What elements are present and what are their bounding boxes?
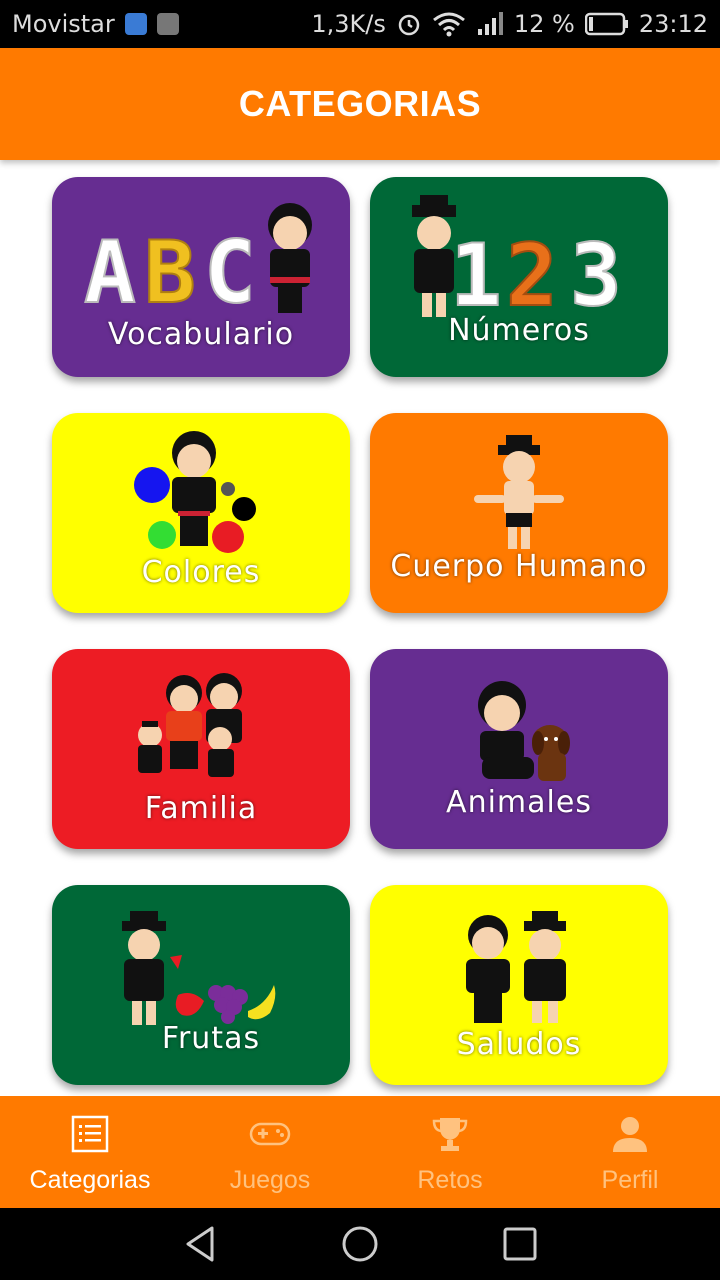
battery-percent: 12 %	[513, 10, 575, 38]
category-label: Animales	[446, 785, 592, 820]
bottom-navigation: Categorias Juegos Retos Perfil	[0, 1096, 720, 1208]
carrier-label: Movistar	[12, 10, 115, 38]
svg-text:C: C	[204, 223, 256, 323]
svg-text:1: 1	[450, 226, 502, 326]
trophy-icon	[432, 1118, 468, 1151]
svg-text:2: 2	[506, 226, 558, 326]
category-label: Familia	[144, 791, 258, 826]
nav-perfil[interactable]: Perfil	[540, 1096, 720, 1208]
health-app-icon	[124, 13, 147, 35]
category-label: Colores	[141, 555, 261, 590]
category-card-familia[interactable]: Familia	[52, 649, 350, 849]
nav-label: Perfil	[601, 1166, 659, 1194]
alarm-icon	[398, 14, 420, 36]
page-title: CATEGORIAS	[238, 83, 482, 124]
signal-icon	[477, 12, 503, 35]
svg-text:3: 3	[570, 226, 622, 326]
home-icon[interactable]	[340, 1224, 380, 1264]
status-bar: Movistar 1,3K/s 12 % 23:12	[0, 0, 720, 48]
nav-label: Categorias	[29, 1166, 151, 1194]
category-card-saludos[interactable]: Saludos	[370, 885, 668, 1085]
category-label: Saludos	[456, 1027, 582, 1062]
svg-text:A: A	[84, 223, 136, 323]
category-label: Vocabulario	[107, 317, 295, 352]
system-navigation-bar	[0, 1208, 720, 1280]
svg-text:B: B	[144, 223, 196, 323]
network-speed: 1,3K/s	[311, 10, 386, 38]
category-grid: A B C Vocabulario 1 2 3 Números Colores …	[0, 160, 720, 1096]
nav-retos[interactable]: Retos	[360, 1096, 540, 1208]
category-card-colores[interactable]: Colores	[52, 413, 350, 613]
category-label: Cuerpo Humano	[390, 549, 648, 584]
nav-label: Retos	[417, 1166, 483, 1194]
category-card-cuerpo-humano[interactable]: Cuerpo Humano	[370, 413, 668, 613]
category-label: Frutas	[161, 1021, 261, 1056]
nav-juegos[interactable]: Juegos	[180, 1096, 360, 1208]
list-icon	[71, 1115, 109, 1153]
recent-apps-icon[interactable]	[500, 1224, 540, 1264]
person-icon	[613, 1117, 647, 1152]
category-card-vocabulario[interactable]: A B C Vocabulario	[52, 177, 350, 377]
category-label: Números	[448, 313, 590, 348]
wifi-icon	[432, 12, 465, 37]
category-card-animales[interactable]: Animales	[370, 649, 668, 849]
app-bar: CATEGORIAS	[0, 48, 720, 160]
nav-label: Juegos	[229, 1166, 311, 1194]
category-card-numeros[interactable]: 1 2 3 Números	[370, 177, 668, 377]
battery-icon	[584, 12, 628, 36]
back-icon[interactable]	[180, 1224, 220, 1264]
gallery-icon	[156, 13, 179, 35]
clock: 23:12	[638, 10, 708, 38]
category-card-frutas[interactable]: Frutas	[52, 885, 350, 1085]
nav-categorias[interactable]: Categorias	[0, 1096, 180, 1208]
gamepad-icon	[249, 1122, 291, 1146]
